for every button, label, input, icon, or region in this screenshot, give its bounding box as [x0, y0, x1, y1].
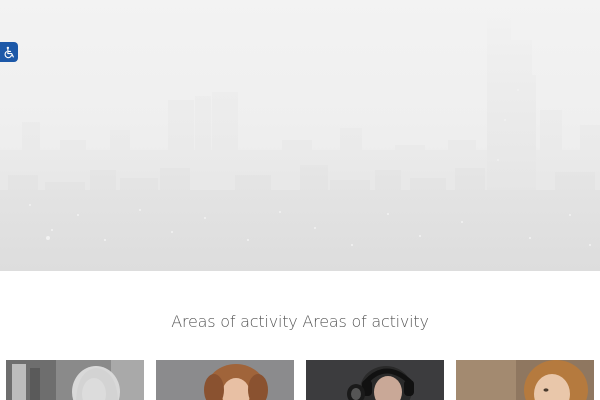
city-skyline-image [0, 0, 600, 271]
section-title: Areas of activity Areas of activity [171, 312, 429, 331]
activity-card[interactable] [456, 360, 594, 400]
woman-portrait-curly-hair-image [156, 360, 294, 400]
hero-banner [0, 0, 600, 271]
wheelchair-icon [4, 46, 14, 58]
woman-portrait-bw-image [6, 360, 144, 400]
woman-portrait-closeup-image [456, 360, 594, 400]
activity-cards [6, 360, 596, 400]
activity-card[interactable] [156, 360, 294, 400]
accessibility-button[interactable] [0, 42, 18, 62]
activity-card[interactable] [6, 360, 144, 400]
activity-card[interactable] [306, 360, 444, 400]
woman-headphones-microphone-image [306, 360, 444, 400]
